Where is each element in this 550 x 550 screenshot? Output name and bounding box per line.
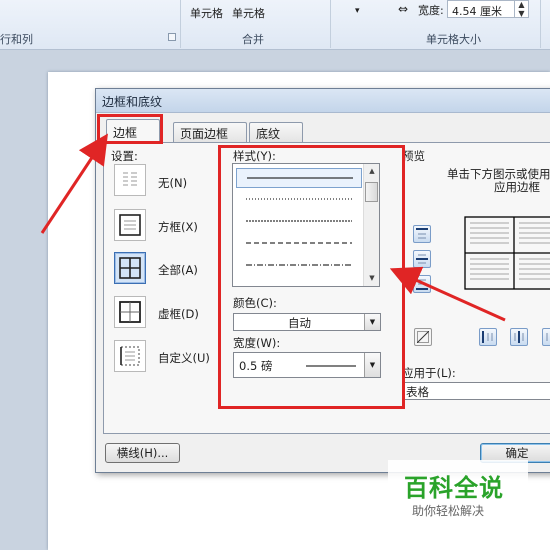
watermark: 百科全说 助你轻松解决 (388, 460, 528, 525)
watermark-title: 百科全说 (404, 474, 504, 502)
arrow-to-style-panel (389, 266, 506, 322)
watermark-subtitle: 助你轻松解决 (412, 504, 485, 518)
arrow-to-borders-tab (40, 133, 108, 234)
